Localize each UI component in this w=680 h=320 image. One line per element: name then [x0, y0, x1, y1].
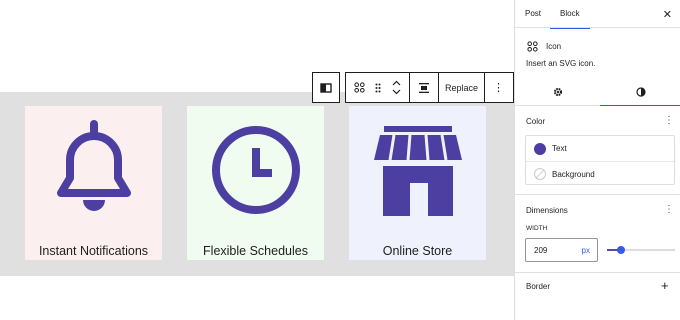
move-buttons	[383, 73, 409, 102]
text-color-label: Text	[552, 144, 567, 153]
more-options-button[interactable]: ⋮	[485, 73, 512, 102]
clock-icon	[187, 120, 324, 220]
dimensions-options-icon[interactable]: ⋮	[664, 204, 674, 215]
background-color-item[interactable]: Background	[526, 161, 676, 186]
card-caption: Online Store	[382, 244, 453, 258]
background-color-label: Background	[552, 169, 595, 179]
tab-styles[interactable]	[600, 78, 680, 106]
section-divider	[515, 272, 680, 273]
block-card: Icon Insert an SVG icon.	[515, 38, 680, 72]
chevron-up-icon[interactable]	[392, 80, 401, 86]
icon-block-icon	[527, 41, 538, 52]
width-label: WIDTH	[526, 225, 548, 232]
plus-icon[interactable]: +	[661, 278, 669, 293]
text-color-item[interactable]: Text	[526, 136, 676, 161]
block-type-button[interactable]	[346, 73, 373, 102]
settings-sidebar: Post Block ✕ Icon Insert an SVG icon. Co…	[514, 0, 680, 320]
kebab-icon: ⋮	[493, 82, 504, 94]
chevron-down-icon[interactable]	[392, 89, 401, 95]
parent-block-toolbar	[312, 72, 340, 103]
select-parent-button[interactable]	[313, 73, 339, 102]
align-button[interactable]	[410, 73, 438, 102]
card-caption: Instant Notifications	[38, 244, 149, 258]
dimensions-section-title: Dimensions	[526, 206, 568, 215]
align-center-icon	[419, 82, 429, 93]
border-section-title: Border	[526, 282, 551, 291]
contrast-icon	[635, 86, 646, 97]
slider-thumb[interactable]	[616, 246, 625, 254]
editor-canvas: Instant Notifications Flexible Schedules	[0, 0, 514, 320]
section-divider	[515, 194, 680, 195]
color-section-title: Color	[526, 117, 546, 126]
width-slider[interactable]	[607, 246, 675, 254]
card-caption: Flexible Schedules	[203, 244, 308, 258]
editor-app: Instant Notifications Flexible Schedules	[0, 0, 680, 320]
columns-icon	[320, 82, 332, 93]
block-toolbar: Replace ⋮	[345, 72, 514, 103]
icon-card-schedules[interactable]: Flexible Schedules	[187, 106, 324, 260]
block-name: Icon	[546, 42, 562, 51]
block-description: Insert an SVG icon.	[526, 59, 596, 68]
icon-block-icon	[354, 82, 365, 93]
text-color-swatch	[534, 142, 546, 155]
icon-card-store[interactable]: Online Store	[349, 106, 486, 260]
width-value: 209	[534, 246, 548, 255]
sidebar-tabs: Post Block ✕	[515, 0, 680, 29]
tab-post[interactable]: Post	[525, 0, 541, 28]
color-options-icon[interactable]: ⋮	[664, 115, 674, 126]
width-input[interactable]: 209 px	[525, 238, 598, 262]
store-icon	[349, 120, 486, 220]
icon-card-notifications[interactable]: Instant Notifications	[25, 106, 162, 260]
width-unit[interactable]: px	[582, 246, 590, 255]
gear-icon	[553, 87, 562, 97]
bell-icon	[25, 120, 162, 220]
color-list: Text Background	[525, 135, 676, 186]
inspector-tabs	[515, 78, 680, 106]
tab-settings[interactable]	[515, 78, 600, 106]
drag-handle[interactable]	[373, 73, 383, 102]
drag-icon	[375, 83, 381, 92]
close-icon[interactable]: ✕	[663, 8, 672, 21]
replace-button[interactable]: Replace	[439, 73, 484, 102]
background-color-swatch	[534, 168, 546, 180]
tab-block[interactable]: Block	[550, 0, 589, 29]
